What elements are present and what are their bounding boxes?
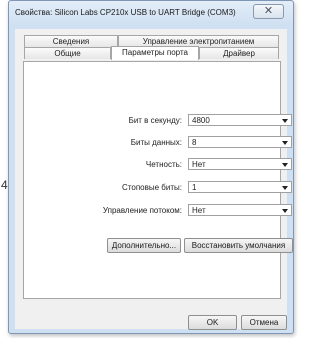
select-value: 1: [192, 183, 197, 192]
properties-dialog: Свойства: Silicon Labs CP210x USB to UAR…: [8, 0, 294, 334]
close-button[interactable]: ✕: [253, 4, 284, 19]
tab-port-settings[interactable]: Параметры порта: [111, 46, 199, 60]
chevron-down-icon: [282, 209, 288, 213]
tab-label: Сведения: [52, 37, 90, 46]
chevron-down-icon: [282, 119, 288, 123]
select-value: Нет: [192, 160, 206, 169]
parity-label: Четность:: [145, 160, 182, 169]
window-title: Свойства: Silicon Labs CP210x USB to UAR…: [15, 8, 236, 17]
port-settings-panel: Бит в секунду: 4800 Биты данных: 8 Четно…: [23, 61, 293, 299]
background-page-number: 4: [1, 178, 8, 192]
chevron-down-icon: [282, 163, 288, 167]
tab-label: Драйвер: [223, 49, 255, 58]
select-value: Нет: [192, 206, 206, 215]
stop-bits-label: Стоповые биты:: [122, 183, 182, 192]
tab-general[interactable]: Общие: [24, 47, 111, 59]
flow-control-select[interactable]: Нет: [188, 204, 292, 216]
select-value: 4800: [192, 116, 210, 125]
tab-driver[interactable]: Драйвер: [199, 47, 279, 59]
data-bits-select[interactable]: 8: [188, 136, 292, 148]
ok-button[interactable]: OK: [188, 315, 237, 330]
title-bar[interactable]: Свойства: Silicon Labs CP210x USB to UAR…: [9, 1, 293, 25]
dialog-client-area: Сведения Управление электропитанием Общи…: [15, 29, 293, 330]
cancel-button[interactable]: Отмена: [241, 315, 287, 330]
restore-defaults-button[interactable]: Восстановить умолчания: [184, 238, 293, 253]
tab-label: Общие: [54, 49, 81, 58]
tab-label: Параметры порта: [122, 48, 188, 57]
advanced-button[interactable]: Дополнительно...: [107, 238, 181, 253]
stop-bits-select[interactable]: 1: [188, 181, 292, 193]
tab-label: Управление электропитанием: [142, 37, 255, 46]
bits-per-second-select[interactable]: 4800: [188, 114, 292, 126]
data-bits-label: Биты данных:: [130, 138, 182, 147]
close-icon: ✕: [263, 5, 274, 17]
tab-details[interactable]: Сведения: [24, 35, 118, 47]
chevron-down-icon: [282, 141, 288, 145]
select-value: 8: [192, 138, 197, 147]
flow-control-label: Управление потоком:: [102, 206, 182, 215]
chevron-down-icon: [282, 186, 288, 190]
bits-per-second-label: Бит в секунду:: [128, 116, 182, 125]
parity-select[interactable]: Нет: [188, 158, 292, 170]
page-edge: [293, 0, 307, 338]
